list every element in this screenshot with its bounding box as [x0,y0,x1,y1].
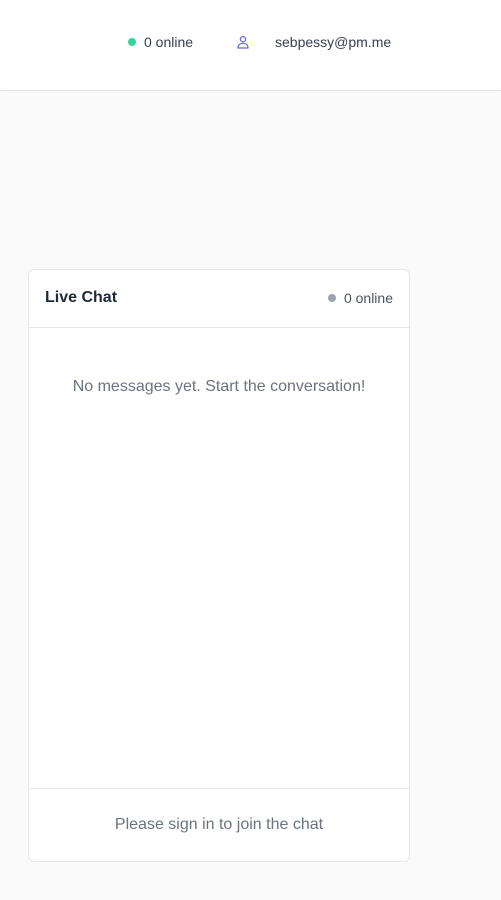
chat-online-dot [327,294,336,302]
online-status-dot [128,38,136,46]
chat-title: Live Chat [45,289,118,306]
chat-online-status: 0 online [327,290,393,306]
user-email[interactable]: sebpessy@pm.me [275,34,391,50]
chat-header: Live Chat 0 online [29,270,409,328]
online-status: 0 online [128,33,193,51]
empty-state-message: No messages yet. Start the conversation! [72,378,366,395]
chat-online-count: 0 online [343,290,393,306]
chat-footer: Please sign in to join the chat [29,788,409,861]
message-list[interactable]: No messages yet. Start the conversation! [29,328,409,791]
top-bar: 0 online sebpessy@pm.me [0,0,501,91]
user-account[interactable]: sebpessy@pm.me [236,33,391,51]
sign-in-prompt: Please sign in to join the chat [114,816,324,833]
user-icon [236,35,250,49]
live-chat-panel: Live Chat 0 online No messages yet. Star… [28,269,410,862]
online-count: 0 online [144,34,194,50]
